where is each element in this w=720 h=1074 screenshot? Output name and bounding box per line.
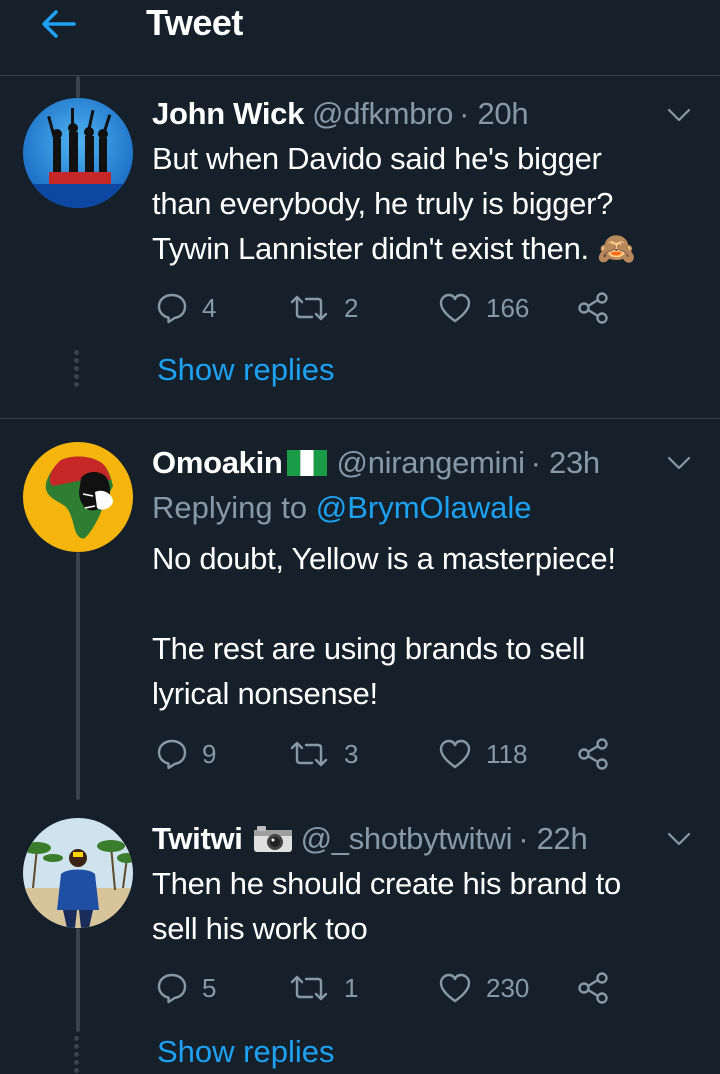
share-button[interactable] — [576, 734, 610, 774]
tweet-actions: 5 1 230 — [152, 968, 632, 1008]
retweet-count: 2 — [344, 292, 359, 323]
tweet-text: No doubt, Yellow is a masterpiece! The r… — [152, 541, 616, 711]
like-count: 230 — [486, 972, 530, 1003]
tweet-actions: 9 3 118 — [152, 734, 632, 774]
like-button[interactable]: 230 — [438, 968, 529, 1008]
avatar[interactable] — [23, 98, 133, 208]
like-button[interactable]: 118 — [438, 734, 527, 774]
heart-icon — [439, 293, 471, 323]
user-handle[interactable]: @nirangemini — [337, 445, 525, 481]
tweet-divider — [0, 418, 720, 419]
see-no-evil-monkey-emoji: 🙈 — [597, 231, 636, 266]
like-count: 166 — [486, 292, 530, 323]
retweet-icon — [290, 975, 328, 1001]
display-name[interactable]: Omoakin — [152, 445, 283, 481]
show-replies-link[interactable]: Show replies — [157, 352, 334, 388]
tweet-header: Omoakin @nirangemini · 23h — [152, 443, 600, 483]
retweet-button[interactable]: 2 — [288, 288, 358, 328]
top-bar: Tweet — [0, 0, 720, 76]
share-icon — [578, 972, 608, 1004]
share-button[interactable] — [576, 288, 610, 328]
tweet-time[interactable]: · 23h — [531, 445, 600, 481]
nigeria-flag-icon — [286, 450, 327, 476]
reply-count: 9 — [202, 738, 217, 769]
replying-to-line: Replying to @BrymOlawale — [152, 490, 532, 526]
retweet-button[interactable]: 1 — [288, 968, 358, 1008]
tweet-time[interactable]: · 22h — [518, 821, 587, 857]
tweet-text: But when Davido said he's bigger than ev… — [152, 136, 702, 271]
avatar-image — [23, 818, 133, 928]
display-name[interactable]: John Wick — [152, 96, 304, 132]
retweet-icon — [290, 741, 328, 767]
chevron-down-icon[interactable] — [664, 824, 694, 854]
chevron-down-icon[interactable] — [664, 100, 694, 130]
thread-connector — [76, 928, 80, 1032]
retweet-button[interactable]: 3 — [288, 734, 358, 774]
retweet-count: 1 — [344, 972, 359, 1003]
tweet-header: John Wick @dfkmbro · 20h — [152, 94, 529, 134]
avatar-image — [23, 98, 133, 208]
avatar-image — [23, 442, 133, 552]
heart-icon — [439, 973, 471, 1003]
tweet-time[interactable]: · 20h — [459, 96, 528, 132]
like-count: 118 — [486, 738, 528, 769]
share-icon — [578, 292, 608, 324]
thread-connector — [76, 552, 80, 800]
tweet-header: Twitwi @_shotbytwitwi · 22h — [152, 819, 588, 859]
reply-icon — [157, 293, 187, 324]
tweet-actions: 4 2 166 — [152, 288, 632, 328]
heart-icon — [439, 739, 471, 769]
retweet-count: 3 — [344, 738, 359, 769]
reply-count: 5 — [202, 972, 217, 1003]
reply-icon — [157, 973, 187, 1004]
avatar[interactable] — [23, 818, 133, 928]
user-handle[interactable]: @_shotbytwitwi — [301, 821, 513, 857]
thread-more-dots — [74, 1036, 80, 1074]
tweet-text-content: But when Davido said he's bigger than ev… — [152, 141, 614, 266]
page-title: Tweet — [146, 2, 243, 43]
thread-more-dots — [74, 350, 80, 390]
user-handle[interactable]: @dfkmbro — [312, 96, 453, 132]
camera-icon — [253, 826, 292, 852]
display-name[interactable]: Twitwi — [152, 821, 243, 857]
show-replies-link[interactable]: Show replies — [157, 1034, 334, 1070]
tweet-thread-page: Tweet John Wick @dfkmbro · 20h But when … — [0, 0, 720, 1074]
arrow-left-icon — [42, 10, 76, 38]
replying-to-label: Replying to — [152, 490, 308, 525]
retweet-icon — [290, 295, 328, 321]
reply-button[interactable]: 4 — [156, 288, 216, 328]
share-button[interactable] — [576, 968, 610, 1008]
avatar[interactable] — [23, 442, 133, 552]
back-button[interactable] — [30, 0, 86, 48]
thread-connector — [76, 76, 80, 98]
chevron-down-icon[interactable] — [664, 448, 694, 478]
tweet-text: Then he should create his brand to sell … — [152, 866, 621, 946]
reply-button[interactable]: 9 — [156, 734, 216, 774]
like-button[interactable]: 166 — [438, 288, 529, 328]
reply-count: 4 — [202, 292, 217, 323]
share-icon — [578, 738, 608, 770]
reply-button[interactable]: 5 — [156, 968, 216, 1008]
replying-to-handle-link[interactable]: @BrymOlawale — [316, 490, 532, 525]
reply-icon — [157, 739, 187, 770]
